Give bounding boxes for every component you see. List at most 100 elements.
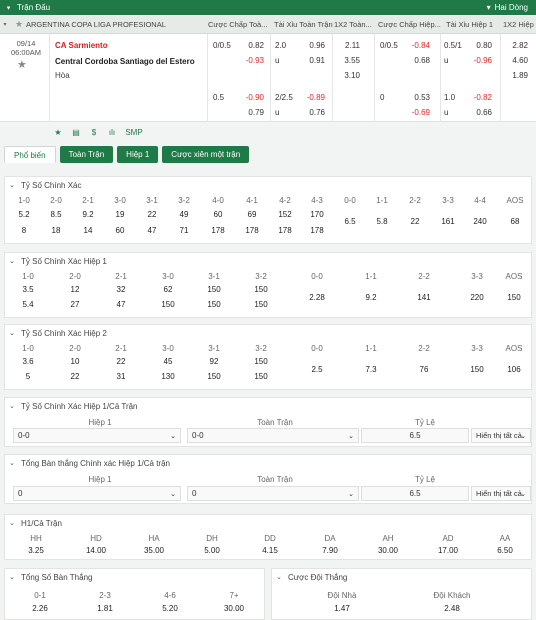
- score-odds[interactable]: 27: [60, 300, 90, 309]
- collapse-icon[interactable]: ⌄: [9, 402, 21, 410]
- score-odds[interactable]: 150: [199, 372, 229, 381]
- score-odds[interactable]: 3.5: [13, 285, 43, 294]
- h1-hdp-home-odds[interactable]: -0.84: [408, 41, 430, 50]
- score-odds[interactable]: 9.2: [356, 293, 386, 302]
- show-all-select[interactable]: Hiển thị tất cả ⌄: [471, 428, 531, 443]
- collapse-icon[interactable]: ⌄: [276, 573, 288, 581]
- score-odds[interactable]: 47: [106, 300, 136, 309]
- smp-tool-icon[interactable]: SMP: [124, 126, 144, 138]
- score-odds[interactable]: 2.5: [302, 365, 332, 374]
- stats-tool-icon[interactable]: ▤: [70, 126, 82, 138]
- show-all-select[interactable]: Hiển thị tất cả ⌄: [471, 486, 531, 501]
- htft-odds[interactable]: 7.90: [315, 546, 345, 555]
- score-odds[interactable]: 8: [9, 226, 39, 235]
- h1-hdp-away-odds-2[interactable]: -0.69: [408, 108, 430, 117]
- score-odds[interactable]: 240: [465, 217, 495, 226]
- score-odds[interactable]: 22: [60, 372, 90, 381]
- score-odds[interactable]: 62: [153, 285, 183, 294]
- htft-odds[interactable]: 17.00: [433, 546, 463, 555]
- score-odds[interactable]: 9.2: [73, 210, 103, 219]
- score-odds[interactable]: 161: [433, 217, 463, 226]
- score-odds[interactable]: 220: [462, 293, 492, 302]
- score-odds[interactable]: 152: [270, 210, 300, 219]
- ft-hdp-away-odds-2[interactable]: 0.79: [242, 108, 264, 117]
- h1-1x2-home-odds[interactable]: 2.82: [506, 41, 528, 50]
- collapse-icon[interactable]: ⌄: [9, 573, 21, 581]
- h1-ou-under-odds[interactable]: -0.96: [470, 56, 492, 65]
- tg-odds-value[interactable]: 6.5: [361, 486, 469, 501]
- ft-ou-over-odds-2[interactable]: -0.89: [303, 93, 325, 102]
- favorite-tool-icon[interactable]: ★: [52, 126, 64, 138]
- tg-odds[interactable]: 1.81: [90, 604, 120, 613]
- score-odds[interactable]: 150: [153, 300, 183, 309]
- score-odds[interactable]: 150: [462, 365, 492, 374]
- score-odds[interactable]: 150: [199, 285, 229, 294]
- htft-odds[interactable]: 14.00: [81, 546, 111, 555]
- collapse-icon[interactable]: ⌄: [9, 181, 21, 189]
- score-odds[interactable]: 141: [409, 293, 439, 302]
- collapse-icon[interactable]: ⌄: [9, 257, 21, 265]
- score-odds[interactable]: 22: [137, 210, 167, 219]
- htft-odds[interactable]: 3.25: [21, 546, 51, 555]
- score-odds[interactable]: 178: [237, 226, 267, 235]
- htft-odds[interactable]: 30.00: [373, 546, 403, 555]
- half1-goals-select[interactable]: 0 ⌄: [13, 486, 181, 501]
- ft-ou-under-odds[interactable]: 0.91: [303, 56, 325, 65]
- tab-first-half[interactable]: Hiệp 1: [117, 146, 159, 163]
- chart-tool-icon[interactable]: ılı: [106, 126, 118, 138]
- ft-hdp-home-odds[interactable]: 0.82: [242, 41, 264, 50]
- ft-ou-over-odds[interactable]: 0.96: [303, 41, 325, 50]
- score-odds[interactable]: 106: [499, 365, 529, 374]
- favorite-league-icon[interactable]: ★: [12, 19, 26, 30]
- ft-ou-under-odds-2[interactable]: 0.76: [303, 108, 325, 117]
- score-odds[interactable]: 47: [137, 226, 167, 235]
- score-odds[interactable]: 150: [499, 293, 529, 302]
- collapse-icon[interactable]: ⌄: [9, 329, 21, 337]
- h1-ou-over-odds[interactable]: 0.80: [470, 41, 492, 50]
- score-odds[interactable]: 68: [500, 217, 530, 226]
- tab-same-game-parlay[interactable]: Cược xiên một trận: [162, 146, 250, 163]
- score-odds[interactable]: 150: [246, 300, 276, 309]
- score-odds[interactable]: 170: [302, 210, 332, 219]
- htft-odds-value[interactable]: 6.5: [361, 428, 469, 443]
- score-odds[interactable]: 22: [106, 357, 136, 366]
- ft-hdp-away-odds[interactable]: -0.93: [242, 56, 264, 65]
- fulltime-goals-select[interactable]: 0 ⌄: [187, 486, 359, 501]
- score-odds[interactable]: 3.6: [13, 357, 43, 366]
- collapse-icon[interactable]: ▾: [0, 4, 17, 12]
- htft-odds[interactable]: 35.00: [139, 546, 169, 555]
- h1-1x2-away-odds[interactable]: 4.60: [506, 56, 528, 65]
- collapse-league-icon[interactable]: ▾: [0, 21, 10, 28]
- score-odds[interactable]: 69: [237, 210, 267, 219]
- score-odds[interactable]: 5.2: [9, 210, 39, 219]
- score-odds[interactable]: 60: [105, 226, 135, 235]
- tab-popular[interactable]: Phổ biến: [4, 146, 56, 163]
- htft-odds[interactable]: 5.00: [197, 546, 227, 555]
- score-odds[interactable]: 5.4: [13, 300, 43, 309]
- score-odds[interactable]: 5: [13, 372, 43, 381]
- htft-odds[interactable]: 6.50: [490, 546, 520, 555]
- collapse-icon[interactable]: ⌄: [9, 459, 21, 467]
- score-odds[interactable]: 22: [400, 217, 430, 226]
- view-mode-dropdown[interactable]: ▾ Hai Dòng: [487, 3, 536, 12]
- score-odds[interactable]: 60: [203, 210, 233, 219]
- score-odds[interactable]: 31: [106, 372, 136, 381]
- ft-hdp-home-odds-2[interactable]: -0.90: [242, 93, 264, 102]
- odds-tool-icon[interactable]: $: [88, 126, 100, 138]
- h1-hdp-home-odds-2[interactable]: 0.53: [408, 93, 430, 102]
- tg-odds[interactable]: 2.26: [25, 604, 55, 613]
- score-odds[interactable]: 49: [169, 210, 199, 219]
- htft-odds[interactable]: 4.15: [255, 546, 285, 555]
- score-odds[interactable]: 130: [153, 372, 183, 381]
- score-odds[interactable]: 12: [60, 285, 90, 294]
- score-odds[interactable]: 8.5: [41, 210, 71, 219]
- favorite-match-icon[interactable]: ★: [17, 58, 27, 71]
- score-odds[interactable]: 178: [270, 226, 300, 235]
- half1-score-select[interactable]: 0-0 ⌄: [13, 428, 181, 443]
- dc-odds[interactable]: 1.47: [312, 604, 372, 613]
- h1-hdp-away-odds[interactable]: 0.68: [408, 56, 430, 65]
- ft-1x2-home-odds[interactable]: 2.11: [338, 41, 360, 50]
- score-odds[interactable]: 19: [105, 210, 135, 219]
- score-odds[interactable]: 10: [60, 357, 90, 366]
- tab-full-time[interactable]: Toàn Trận: [59, 146, 114, 163]
